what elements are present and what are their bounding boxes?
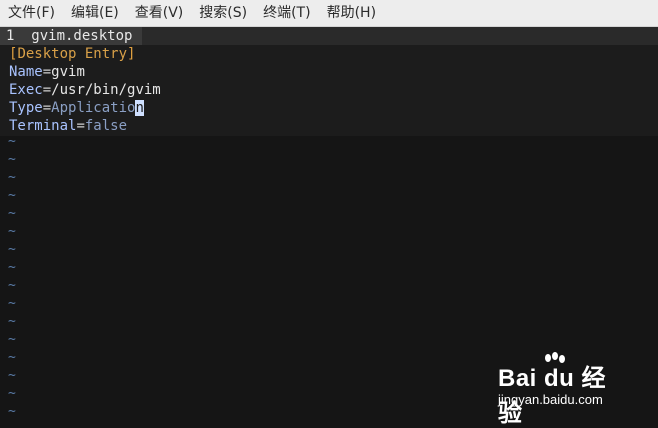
empty-line-tilde: ~ [8, 386, 16, 401]
section-header-line: [Desktop Entry] [9, 45, 135, 63]
line-value: Applicatio [51, 100, 136, 116]
line-equals: = [42, 100, 52, 116]
empty-line-tilde: ~ [8, 152, 16, 167]
line-value: gvim [51, 64, 85, 80]
empty-line-tilde: ~ [8, 404, 16, 419]
editor-line-name: Name=gvim [9, 63, 85, 81]
editor-line-type: Type=Application [9, 99, 144, 117]
line-value: false [84, 118, 128, 134]
empty-line-tilde: ~ [8, 350, 16, 365]
baidu-jingyan-watermark: Bai du 经验 jingyan.baidu.com [498, 350, 624, 427]
menu-bar: 文件(F) 编辑(E) 查看(V) 搜索(S) 终端(T) 帮助(H) [0, 0, 658, 27]
empty-line-tilde: ~ [8, 278, 16, 293]
menu-view[interactable]: 查看(V) [127, 0, 192, 26]
menu-terminal[interactable]: 终端(T) [255, 0, 318, 26]
empty-line-tilde: ~ [8, 188, 16, 203]
empty-line-tilde: ~ [8, 296, 16, 311]
section-close-bracket: ] [127, 46, 136, 62]
empty-line-tilde: ~ [8, 134, 16, 149]
menu-help[interactable]: 帮助(H) [319, 0, 384, 26]
line-key: Exec [9, 82, 43, 98]
editor-line-terminal: Terminal=false [9, 117, 127, 135]
menu-file[interactable]: 文件(F) [0, 0, 63, 26]
watermark-url: jingyan.baidu.com [498, 392, 603, 407]
line-equals: = [76, 118, 85, 134]
empty-line-tilde: ~ [8, 314, 16, 329]
section-name: Desktop Entry [17, 46, 128, 62]
tab-gvim-desktop[interactable]: 1 gvim.desktop [0, 27, 142, 45]
editor-text-area[interactable]: [Desktop Entry] Name=gvim Exec=/usr/bin/… [0, 45, 658, 136]
line-key: Type [9, 100, 43, 116]
empty-line-tilde: ~ [8, 368, 16, 383]
vim-tabline: 1 gvim.desktop [0, 27, 658, 45]
empty-line-tilde: ~ [8, 170, 16, 185]
line-value: /usr/bin/gvim [51, 82, 161, 98]
empty-line-tilde: ~ [8, 332, 16, 347]
empty-line-tilde: ~ [8, 260, 16, 275]
text-cursor: n [135, 100, 144, 116]
menu-edit[interactable]: 编辑(E) [63, 0, 127, 26]
menu-search[interactable]: 搜索(S) [191, 0, 255, 26]
line-equals: = [42, 82, 52, 98]
empty-line-tilde: ~ [8, 224, 16, 239]
line-key: Name [9, 64, 43, 80]
empty-line-tilde: ~ [8, 242, 16, 257]
paw-icon [545, 352, 565, 363]
empty-line-tilde: ~ [8, 206, 16, 221]
line-key: Terminal [9, 118, 77, 134]
line-equals: = [42, 64, 52, 80]
editor-line-exec: Exec=/usr/bin/gvim [9, 81, 161, 99]
